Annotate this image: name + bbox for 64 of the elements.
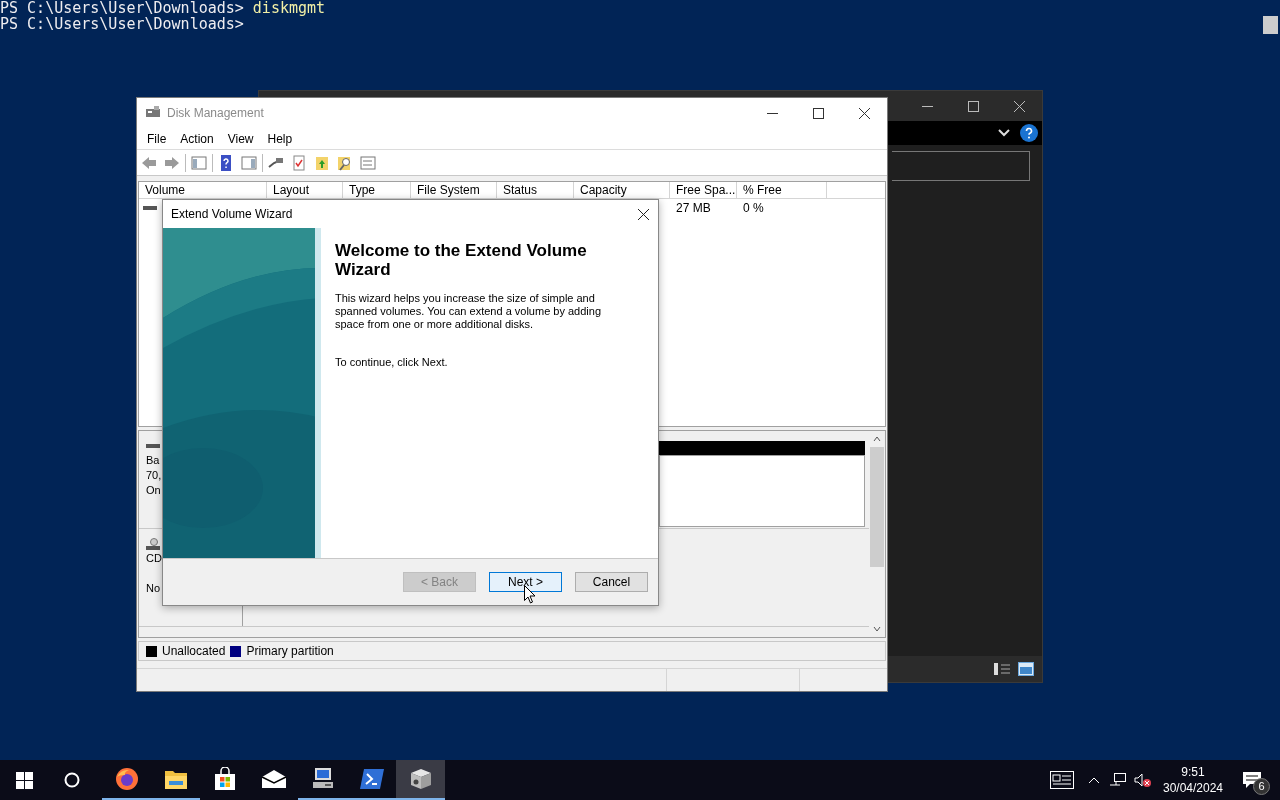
terminal-prompt: PS C:\Users\User\Downloads> (0, 0, 244, 16)
news-icon (1050, 771, 1074, 789)
column-header[interactable]: Free Spa... (670, 182, 737, 198)
wizard-heading: Welcome to the Extend Volume Wizard (335, 241, 588, 279)
wizard-button[interactable]: Next > (489, 572, 562, 592)
legend-label: Primary partition (246, 643, 334, 660)
chevron-up-icon (1088, 776, 1100, 784)
speaker-muted-icon (1134, 773, 1152, 787)
network-icon (1110, 773, 1126, 787)
window-title: Disk Management (167, 105, 264, 122)
terminal-command: diskmgmt (252, 0, 326, 16)
close-icon (858, 107, 870, 119)
disk-label: 70, (146, 468, 163, 483)
table-cell-text: 27 MB (675, 200, 712, 217)
chevron-down-icon[interactable] (998, 129, 1010, 137)
dialog-title: Extend Volume Wizard (171, 206, 293, 223)
clock[interactable]: 9:51 30/04/2024 (1156, 760, 1230, 800)
envelope-icon (260, 769, 287, 789)
maximize-icon (967, 100, 979, 112)
close-icon (1013, 100, 1025, 112)
wizard-description: This wizard helps you increase the size of simple and spanned volumes. You can extend a volume by adding space from one or more additional disks. (335, 292, 603, 331)
disk-label: CD (146, 551, 163, 566)
maximize-icon (812, 107, 824, 119)
scrollbar-thumb (1263, 16, 1278, 34)
computer-icon (310, 767, 335, 791)
preview-view-icon[interactable] (1018, 662, 1034, 676)
notification-count: 6 (1253, 778, 1270, 795)
column-header[interactable]: File System (411, 182, 497, 198)
disk-label: Ba (146, 453, 161, 468)
taskbar-app-button[interactable] (396, 760, 445, 800)
address-field[interactable] (892, 151, 1030, 181)
menu-item[interactable]: Action (173, 129, 221, 148)
column-header[interactable]: Layout (267, 182, 343, 198)
legend-label: Unallocated (162, 643, 226, 660)
menu-item[interactable]: View (220, 129, 261, 148)
folder-icon (163, 768, 188, 790)
mouse-cursor-icon (524, 585, 536, 604)
scroll-up-icon[interactable] (872, 434, 882, 444)
menu-item[interactable]: File (140, 129, 174, 148)
details-view-icon[interactable] (994, 662, 1010, 676)
scroll-thumb[interactable] (870, 447, 884, 567)
disk-label: No (146, 581, 162, 596)
firefox-icon (114, 767, 139, 791)
cd-drive-icon (146, 538, 160, 550)
powershell-icon (358, 768, 385, 790)
column-header[interactable]: % Free (737, 182, 827, 198)
scroll-down-icon[interactable] (872, 624, 882, 634)
column-header[interactable]: Volume (139, 182, 267, 198)
windows-logo-icon (15, 771, 33, 789)
menu-item[interactable]: Help (260, 129, 300, 148)
column-header[interactable]: Type (343, 182, 411, 198)
column-header[interactable]: Capacity (574, 182, 670, 198)
terminal-prompt: PS C:\Users\User\Downloads> (0, 16, 244, 32)
close-icon (637, 208, 649, 220)
store-bag-icon (212, 767, 237, 791)
circle-icon (64, 772, 80, 788)
notification-button[interactable]: 6 (1230, 760, 1274, 800)
column-header[interactable]: Status (497, 182, 574, 198)
app-icon (145, 106, 161, 120)
wizard-button[interactable]: Cancel (575, 572, 648, 592)
table-cell-text: 0 % (742, 200, 765, 217)
wizard-instruction: To continue, click Next. (335, 355, 449, 370)
help-icon[interactable] (1020, 124, 1038, 142)
disk-label: On (146, 483, 162, 498)
